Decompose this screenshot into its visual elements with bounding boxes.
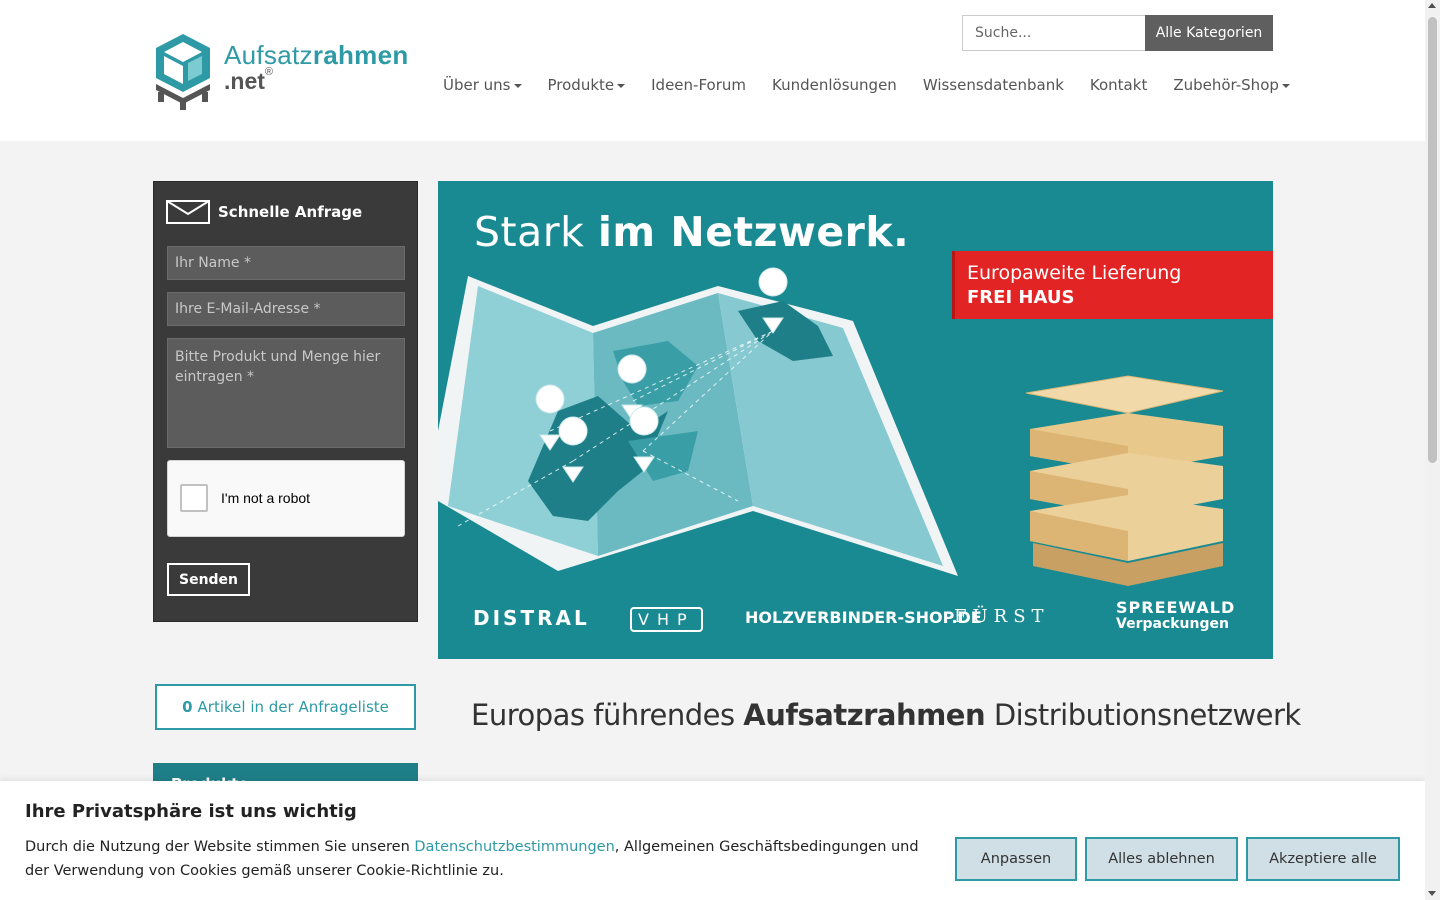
- cookie-accept-all-button[interactable]: Akzeptiere alle: [1246, 837, 1400, 881]
- message-field[interactable]: [167, 338, 405, 448]
- search-bar: Alle Kategorien: [962, 15, 1273, 51]
- delivery-badge: Europaweite Lieferung FREI HAUS: [952, 251, 1273, 319]
- partner-fuerst-logo: FÜRST: [954, 606, 1050, 627]
- partner-distral-logo: DISTRAL: [473, 606, 590, 630]
- nav-item-ueber-uns[interactable]: Über uns: [443, 76, 522, 94]
- truck-icon: [1195, 271, 1251, 309]
- category-select-button[interactable]: Alle Kategorien: [1145, 15, 1273, 51]
- logo-domain: .net®: [224, 66, 273, 94]
- partner-logos: DISTRAL VHP HOLZVERBINDER-SHOP.DE FÜRST …: [438, 596, 1273, 636]
- nav-item-zubehoer-shop[interactable]: Zubehör-Shop: [1173, 76, 1290, 94]
- recaptcha-label: I'm not a robot: [221, 490, 311, 506]
- delivery-line-2: FREI HAUS: [967, 287, 1075, 308]
- logo-icon: [156, 34, 210, 110]
- partner-spreewald-logo: SPREEWALD: [1116, 598, 1236, 617]
- send-button[interactable]: Senden: [167, 563, 250, 596]
- cookie-customize-button[interactable]: Anpassen: [955, 837, 1077, 881]
- search-input[interactable]: [962, 15, 1145, 51]
- main-nav: Über uns Produkte Ideen-Forum Kundenlösu…: [443, 76, 1316, 94]
- nav-item-produkte[interactable]: Produkte: [548, 76, 626, 94]
- logo-wordmark: Aufsatzrahmen: [224, 40, 409, 70]
- inquiry-label: Artikel in der Anfrageliste: [197, 698, 389, 716]
- cookie-consent-bar: Ihre Privatsphäre ist uns wichtig Durch …: [0, 781, 1425, 900]
- page-headline: Europas führendes Aufsatzrahmen Distribu…: [471, 698, 1301, 732]
- partner-vhp-logo: VHP: [630, 607, 703, 632]
- quick-inquiry-header: Schnelle Anfrage: [166, 200, 362, 224]
- quick-inquiry-form: Schnelle Anfrage I'm not a robot Senden: [153, 181, 418, 622]
- caret-down-icon: [617, 83, 626, 88]
- caret-down-icon: [513, 83, 522, 88]
- banner-title: Stark im Netzwerk.: [474, 208, 910, 256]
- scroll-up-arrow-icon[interactable]: [1428, 3, 1436, 8]
- name-field[interactable]: [167, 246, 405, 280]
- scrollbar-thumb[interactable]: [1428, 17, 1437, 463]
- inquiry-count: 0: [182, 698, 193, 716]
- email-field[interactable]: [167, 292, 405, 326]
- cookie-title: Ihre Privatsphäre ist uns wichtig: [25, 801, 357, 822]
- nav-item-kontakt[interactable]: Kontakt: [1090, 76, 1147, 94]
- recaptcha-checkbox[interactable]: [180, 484, 208, 512]
- site-header: Aufsatzrahmen .net® Alle Kategorien Über…: [0, 0, 1425, 141]
- partner-holzverbinder-logo: HOLZVERBINDER-SHOP.DE: [745, 608, 982, 627]
- cookie-text: Durch die Nutzung der Website stimmen Si…: [25, 839, 919, 879]
- scroll-down-arrow-icon[interactable]: [1428, 891, 1436, 896]
- hero-banner[interactable]: Stark im Netzwerk. Europaweite Lieferung…: [438, 181, 1273, 659]
- page-scrollbar[interactable]: [1425, 0, 1440, 900]
- delivery-line-1: Europaweite Lieferung: [967, 262, 1182, 284]
- quick-inquiry-title: Schnelle Anfrage: [218, 203, 363, 221]
- inquiry-list-button[interactable]: 0 Artikel in der Anfrageliste: [155, 684, 416, 730]
- nav-item-kundenloesungen[interactable]: Kundenlösungen: [772, 76, 897, 94]
- nav-item-wissensdatenbank[interactable]: Wissensdatenbank: [923, 76, 1064, 94]
- site-logo[interactable]: Aufsatzrahmen .net®: [152, 32, 412, 112]
- cookie-reject-all-button[interactable]: Alles ablehnen: [1085, 837, 1238, 881]
- envelope-icon: [166, 200, 210, 224]
- recaptcha-widget: I'm not a robot: [167, 460, 405, 537]
- caret-down-icon: [1281, 83, 1290, 88]
- nav-item-ideen-forum[interactable]: Ideen-Forum: [651, 76, 746, 94]
- partner-spreewald-sub: Verpackungen: [1116, 616, 1229, 632]
- privacy-policy-link[interactable]: Datenschutzbestimmungen: [414, 839, 614, 855]
